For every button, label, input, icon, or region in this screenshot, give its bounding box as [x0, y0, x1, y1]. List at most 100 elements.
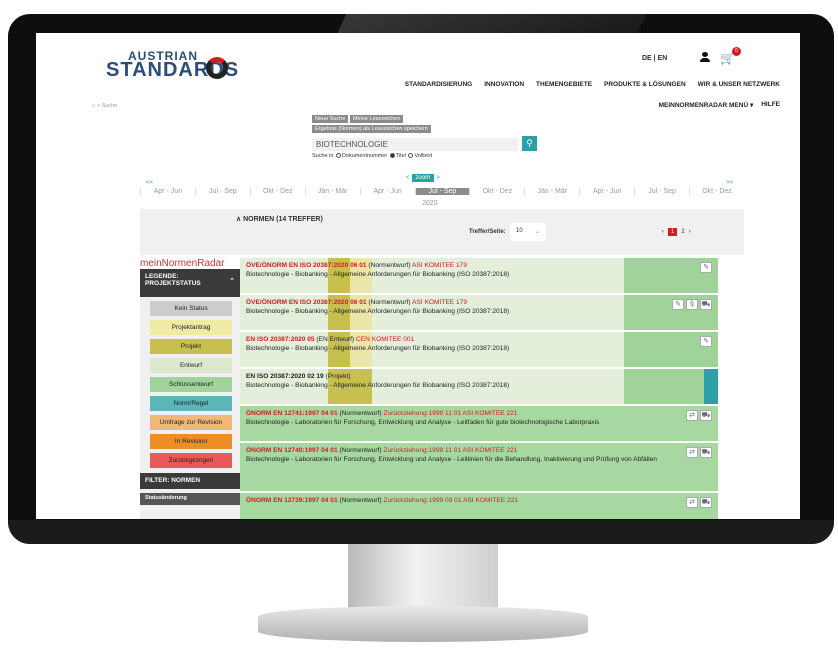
norm-committee: Zurückziehung:1999 11 01 ASI KOMITEE 221 [383, 447, 518, 454]
cart-badge: 0 [732, 47, 741, 56]
norm-id[interactable]: ÖNORM EN 12739:1997 04 01 [246, 497, 338, 504]
norm-type: (Projekt) [323, 373, 351, 380]
chevron-down-icon: ⌄ [534, 229, 540, 235]
doc-icon[interactable]: ✎ [700, 336, 712, 347]
result-row[interactable]: EN ISO 20387:2020 05 (EN Entwurf) CEN KO… [240, 332, 718, 367]
per-page-select[interactable]: 10 ⌄ [510, 223, 546, 241]
results-header [140, 209, 744, 255]
norm-committee: CEN KOMITEE 001 [355, 336, 415, 343]
language-switch[interactable]: DE | EN [642, 55, 667, 62]
page-prev[interactable]: ‹ [662, 229, 664, 235]
timeline-period[interactable]: Okt - Dez [469, 188, 524, 195]
norm-id[interactable]: ÖNORM EN 12741:1997 04 01 [246, 410, 338, 417]
timeline-period[interactable]: Jän - Mär [304, 188, 360, 195]
timeline-period[interactable]: Okt - Dez [689, 188, 744, 195]
timeline-period[interactable]: Jul - Sep [194, 188, 250, 195]
timeline-prev[interactable]: << [146, 180, 153, 186]
search-in-options: Suche in Dokumentnummer Titel Volltext [312, 153, 432, 159]
user-icon[interactable] [700, 52, 710, 62]
para-icon[interactable]: § [686, 299, 698, 310]
search-input[interactable]: BIOTECHNOLOGIE [312, 138, 518, 151]
breadcrumb[interactable]: ⌂ > Suche [92, 103, 117, 109]
chevron-up-icon: ⌃ [229, 278, 235, 285]
result-row[interactable]: EN ISO 20387:2020 02 19 (Projekt) Biotech… [240, 369, 718, 404]
result-row[interactable]: ÖNORM EN 12740:1997 04 01 (Normentwurf) … [240, 443, 718, 491]
timeline-next[interactable]: >> [726, 180, 733, 186]
result-row[interactable]: ÖNORM EN 12741:1997 04 01 (Normentwurf) … [240, 406, 718, 441]
doc-icon[interactable]: ✎ [700, 262, 712, 273]
norm-description: Biotechnologie - Laboratorien für Forsch… [246, 456, 657, 463]
cart-icon[interactable]: ⛟ [700, 447, 712, 458]
legend-item[interactable]: Kein Status [150, 301, 232, 316]
result-row[interactable]: ÖVE/ÖNORM EN ISO 20387:2020 06 01 (Norme… [240, 295, 718, 330]
cart-icon[interactable]: ⛟ [700, 497, 712, 508]
compare-icon[interactable]: ⇄ [686, 447, 698, 458]
timeline-period[interactable]: Apr - Jun [359, 188, 415, 195]
per-page-label: Treffer/Seite: [469, 229, 506, 235]
page-1[interactable]: 1 [668, 228, 678, 236]
norm-id[interactable]: EN ISO 20387:2020 02 19 [246, 373, 324, 380]
legend-item[interactable]: Zurückgezogen [150, 453, 232, 468]
timeline-period[interactable]: Okt - Dez [249, 188, 305, 195]
legend-item[interactable]: Umfrage zur Revision [150, 415, 232, 430]
zoom-button[interactable]: zoom [411, 174, 435, 182]
legend-item[interactable]: Projekt [150, 339, 232, 354]
results-title[interactable]: ∧ NORMEN (14 TREFFER) [236, 215, 323, 223]
cart-icon[interactable]: ⛟ [700, 410, 712, 421]
filter-header[interactable]: FILTER: NORMEN [140, 473, 240, 489]
norm-id[interactable]: ÖVE/ÖNORM EN ISO 20387:2020 06 01 [246, 262, 367, 269]
timeline-period[interactable]: Apr - Jun [579, 188, 634, 195]
legend-item[interactable]: Norm/Regel [150, 396, 232, 411]
nav-produkte[interactable]: PRODUKTE & LÖSUNGEN [604, 81, 686, 88]
doc-icon[interactable]: ✎ [672, 299, 684, 310]
nav-netzwerk[interactable]: WIR & UNSER NETZWERK [698, 81, 780, 88]
nav-standardisierung[interactable]: STANDARDISIERUNG [405, 81, 472, 88]
result-row[interactable]: ÖNORM EN 12739:1997 04 01 (Normentwurf) … [240, 493, 718, 519]
page-next[interactable]: › [689, 229, 691, 235]
filter-title: FILTER: NORMEN [145, 477, 201, 484]
nav-themengebiete[interactable]: THEMENGEBIETE [536, 81, 592, 88]
pagination: ‹ 1 2 › [662, 228, 691, 236]
legend-header[interactable]: LEGENDE: PROJEKTSTATUS ⌃ [140, 269, 240, 297]
radio-docnr-label: Dokumentnummer [341, 153, 388, 159]
timeline-period[interactable]: Jän - Mär [524, 188, 579, 195]
norm-id[interactable]: ÖVE/ÖNORM EN ISO 20387:2020 06 01 [246, 299, 367, 306]
bookmarks-button[interactable]: Meine Lesezeichen [350, 115, 404, 123]
screen: AUSTRIAN STANDARDS DE | EN 🛒 0 STANDARDI… [36, 33, 800, 519]
zoom-right-icon[interactable]: > [436, 175, 440, 181]
search-icon[interactable]: ⚲ [522, 136, 537, 151]
legend-item[interactable]: Entwurf [150, 358, 232, 373]
norm-type: (Normentwurf) [366, 262, 413, 269]
result-row[interactable]: ÖVE/ÖNORM EN ISO 20387:2020 06 01 (Norme… [240, 258, 718, 293]
nav-innovation[interactable]: INNOVATION [484, 81, 524, 88]
radio-title[interactable] [389, 153, 395, 159]
norm-type: (Normentwurf) [337, 497, 384, 504]
compare-icon[interactable]: ⇄ [686, 497, 698, 508]
save-bookmark-button[interactable]: Ergebnis (Normen) als Lesezeichen speich… [312, 125, 431, 133]
zoom-left-icon[interactable]: < [406, 175, 410, 181]
timeline-period[interactable]: Apr - Jun [140, 188, 195, 195]
radio-docnr[interactable] [335, 153, 341, 159]
norm-id[interactable]: ÖNORM EN 12740:1997 04 01 [246, 447, 338, 454]
timeline-period[interactable]: Jul - Sep [634, 188, 689, 195]
radio-title-label: Titel [395, 153, 406, 159]
norm-type: (Normentwurf) [366, 299, 413, 306]
cart-icon[interactable]: ⛟ [700, 299, 712, 310]
page-2[interactable]: 2 [681, 229, 684, 235]
sub-nav: MEINNORMENRADAR MENÜ ▾ HILFE [659, 101, 780, 109]
norm-description: Biotechnologie - Biobanking - Allgemeine… [246, 308, 510, 315]
timeline-period[interactable]: Jul - Sep [414, 188, 470, 195]
compare-icon[interactable]: ⇄ [686, 410, 698, 421]
hilfe-link[interactable]: HILFE [761, 101, 780, 109]
status-change-label: Statusänderung [145, 495, 187, 501]
norm-committee: ASI KOMITEE 179 [412, 262, 467, 269]
legend-item[interactable]: In Revision [150, 434, 232, 449]
legend-item[interactable]: Schlussentwurf [150, 377, 232, 392]
meinnormenradar-menu[interactable]: MEINNORMENRADAR MENÜ ▾ [659, 101, 754, 109]
norm-id[interactable]: EN ISO 20387:2020 05 [246, 336, 315, 343]
status-change-header[interactable]: Statusänderung [140, 493, 240, 505]
legend-item[interactable]: Projektantrag [150, 320, 232, 335]
norm-committee: Zurückziehung:1999 11 01 ASI KOMITEE 221 [383, 410, 518, 417]
radio-fulltext[interactable] [408, 153, 414, 159]
new-search-button[interactable]: Neue Suche [312, 115, 349, 123]
